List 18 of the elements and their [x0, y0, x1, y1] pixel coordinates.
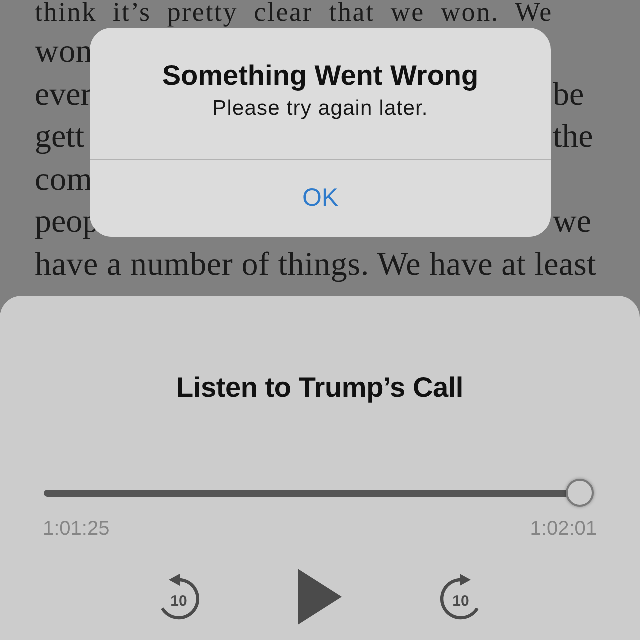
slider-thumb[interactable] — [566, 479, 594, 507]
skip-back-button[interactable]: 10 — [154, 571, 204, 623]
article-text: be — [553, 76, 584, 114]
article-text: won — [35, 33, 93, 72]
article-text: gett — [35, 118, 84, 157]
article-text: we — [553, 203, 592, 242]
player-title: Listen to Trump’s Call — [176, 371, 464, 405]
skip-forward-button[interactable]: 10 — [436, 571, 486, 623]
total-time: 1:02:01 — [530, 517, 597, 541]
play-button[interactable] — [298, 569, 342, 625]
alert-title: Something Went Wrong — [162, 59, 479, 93]
alert-message: Please try again later. — [212, 96, 428, 122]
elapsed-time: 1:01:25 — [43, 517, 110, 541]
article-text: com — [35, 160, 93, 200]
article-text: ever — [35, 76, 92, 114]
article-text: have a number of things. We have at least — [35, 246, 597, 284]
article-text: the — [553, 118, 594, 157]
play-icon — [298, 569, 342, 625]
